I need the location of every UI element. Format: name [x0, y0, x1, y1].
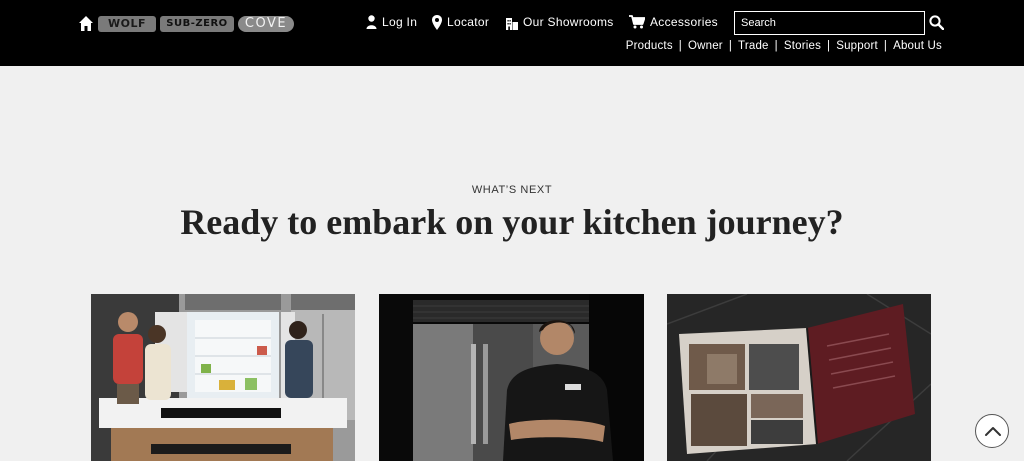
login-label: Log In [382, 15, 418, 29]
nav-separator: | [827, 40, 831, 52]
building-icon [506, 17, 518, 30]
cove-logo[interactable]: COVE [238, 16, 294, 32]
kitchen-scene-image [91, 294, 355, 461]
search-input[interactable] [734, 11, 925, 35]
accessories-label: Accessories [650, 15, 718, 29]
nav-separator: | [774, 40, 778, 52]
nav-support[interactable]: Support [836, 40, 878, 52]
user-icon [366, 15, 377, 29]
home-icon[interactable] [78, 15, 94, 32]
chevron-up-icon [985, 427, 1001, 436]
site-header: WOLF SUB-ZERO COVE Log In Locator Our Sh… [0, 0, 1024, 66]
nav-about-us[interactable]: About Us [893, 40, 942, 52]
nav-products[interactable]: Products [626, 40, 673, 52]
login-link[interactable]: Log In [366, 13, 417, 31]
showrooms-label: Our Showrooms [523, 15, 614, 29]
accessories-link[interactable]: Accessories [629, 13, 718, 31]
chef-refrigerator-image [379, 294, 644, 461]
brochure-image [667, 294, 931, 461]
wolf-logo[interactable]: WOLF [98, 16, 156, 32]
locator-label: Locator [447, 15, 490, 29]
cart-icon [629, 15, 645, 29]
search-icon[interactable] [929, 15, 944, 30]
nav-trade[interactable]: Trade [738, 40, 769, 52]
subzero-logo[interactable]: SUB-ZERO [160, 16, 234, 32]
nav-separator: | [883, 40, 888, 52]
section-eyebrow: WHAT’S NEXT [471, 184, 553, 196]
brochure-card[interactable] [667, 294, 931, 461]
kitchen-scene-card[interactable] [91, 294, 355, 461]
nav-separator: | [728, 40, 733, 52]
nav-separator: | [678, 40, 682, 52]
location-pin-icon [432, 14, 442, 30]
locator-link[interactable]: Locator [432, 13, 489, 31]
section-headline: Ready to embark on your kitchen journey? [180, 202, 844, 242]
showrooms-link[interactable]: Our Showrooms [506, 13, 614, 31]
scroll-to-top-button[interactable] [975, 414, 1009, 448]
nav-stories[interactable]: Stories [784, 40, 821, 52]
nav-owner[interactable]: Owner [688, 40, 723, 52]
main-nav: Products | Owner | Trade | Stories | Sup… [626, 40, 942, 52]
chef-refrigerator-card[interactable] [379, 294, 644, 461]
